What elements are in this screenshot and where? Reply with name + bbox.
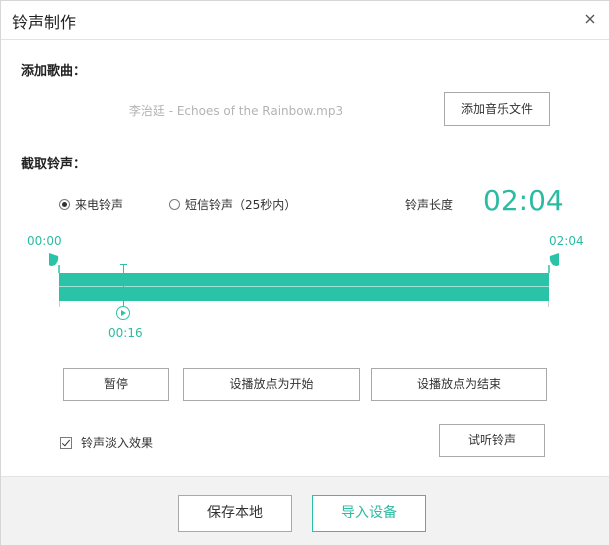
fade-in-label: 铃声淡入效果 <box>81 436 154 450</box>
playhead-line[interactable] <box>123 264 124 306</box>
radio-sms-indicator[interactable] <box>169 199 180 210</box>
title-bar: 铃声制作 <box>1 1 609 40</box>
ringtone-length-label: 铃声长度 <box>405 198 454 212</box>
footer-bar: 保存本地 导入设备 <box>1 476 609 545</box>
save-local-button[interactable]: 保存本地 <box>178 495 292 532</box>
ringtone-dialog: 铃声制作 添加歌曲： 李治廷 - Echoes of the Rainbow.m… <box>0 0 610 545</box>
radio-call-ringtone[interactable]: 来电铃声 <box>59 196 123 213</box>
track-tick-start <box>59 301 60 307</box>
play-icon[interactable] <box>116 306 130 320</box>
preview-ringtone-button[interactable]: 试听铃声 <box>439 424 545 457</box>
end-time: 02:04 <box>549 234 584 248</box>
start-time: 00:00 <box>27 234 62 248</box>
end-handle-icon[interactable] <box>547 251 561 273</box>
fade-in-checkbox[interactable]: 铃声淡入效果 <box>60 434 153 451</box>
radio-sms-ringtone[interactable]: 短信铃声（25秒内） <box>169 196 296 213</box>
clip-range-track[interactable] <box>59 273 549 301</box>
ringtone-length-value: 02:04 <box>483 184 564 217</box>
pause-button[interactable]: 暂停 <box>63 368 169 401</box>
play-time: 00:16 <box>108 326 143 340</box>
set-start-button[interactable]: 设播放点为开始 <box>183 368 360 401</box>
track-tick-end <box>548 301 549 307</box>
window-title: 铃声制作 <box>12 13 77 32</box>
clip-ringtone-label: 截取铃声： <box>21 157 87 172</box>
track-center-line <box>59 286 549 287</box>
radio-call-label: 来电铃声 <box>75 198 124 212</box>
start-handle-icon[interactable] <box>47 251 61 273</box>
set-end-button[interactable]: 设播放点为结束 <box>371 368 547 401</box>
radio-sms-label: 短信铃声（25秒内） <box>185 198 297 212</box>
file-name: 李治廷 - Echoes of the Rainbow.mp3 <box>128 104 344 118</box>
close-icon[interactable] <box>581 10 599 28</box>
radio-call-indicator[interactable] <box>59 199 70 210</box>
add-music-file-button[interactable]: 添加音乐文件 <box>444 92 550 126</box>
checkbox-check-icon[interactable] <box>60 436 72 449</box>
add-song-label: 添加歌曲： <box>21 64 87 79</box>
import-device-button[interactable]: 导入设备 <box>312 495 426 532</box>
